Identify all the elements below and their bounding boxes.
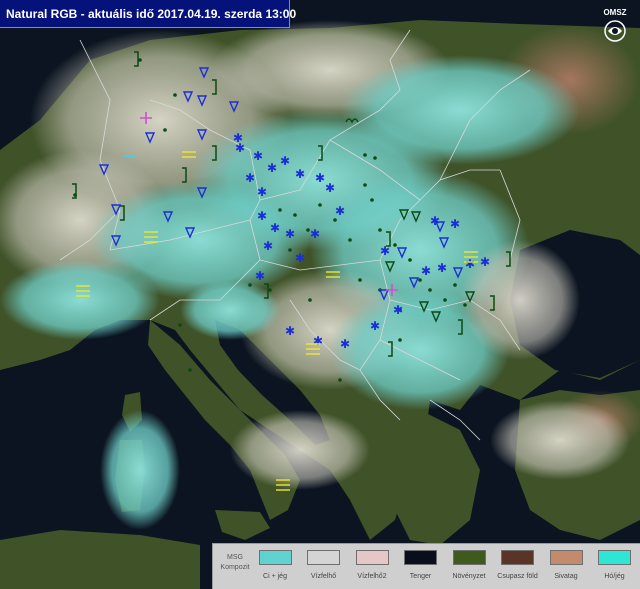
rain-dot [163, 128, 167, 132]
legend-item: Sivatag [541, 550, 591, 580]
legend-swatch [258, 550, 292, 565]
rain-dot [338, 378, 342, 382]
snow-asterisk: ✱ [370, 319, 380, 333]
snow-asterisk: ✱ [450, 217, 460, 231]
rain-dot [463, 303, 467, 307]
rain-dot [370, 198, 374, 202]
legend-item: Csupasz föld [493, 550, 543, 580]
legend-swatch [307, 550, 340, 565]
rain-dot [443, 298, 447, 302]
rain-dot [278, 208, 282, 212]
rain-dot [173, 93, 177, 97]
rain-dot [408, 258, 412, 262]
legend-swatch [549, 550, 583, 565]
satellite-map: ✱ ✱ ✱ ✱ ✱ ✱ ✱ ✱ ✱ ✱ ✱ ✱ ✱ ✱ ✱ ✱ ✱ ✱ ✱ ✱ … [0, 0, 640, 589]
snow-asterisk: ✱ [430, 214, 440, 228]
legend-swatch [404, 550, 437, 565]
rain-dot [308, 298, 312, 302]
rain-dot [358, 278, 362, 282]
snow-asterisk: ✱ [480, 255, 490, 269]
snow-asterisk: ✱ [393, 303, 403, 317]
snow-asterisk: ✱ [255, 269, 265, 283]
legend-label: Vízfelhő2 [357, 573, 387, 580]
snow-asterisk: ✱ [263, 239, 273, 253]
legend-swatch [355, 550, 389, 565]
legend-heading-line1: MSG [227, 554, 243, 561]
snow-asterisk: ✱ [325, 181, 335, 195]
rain-dot [248, 283, 252, 287]
legend-swatch [501, 550, 534, 565]
omsz-logo: OMSZ [598, 8, 632, 46]
snow-asterisk: ✱ [295, 251, 305, 265]
rain-dot [373, 156, 377, 160]
rain-dot [318, 203, 322, 207]
legend-swatch [452, 550, 486, 565]
legend-heading: MSG Kompozit [215, 553, 255, 573]
legend-item: Növényzet [444, 550, 494, 580]
rain-dot [453, 283, 457, 287]
legend-swatch [598, 550, 631, 565]
rain-dot [398, 338, 402, 342]
rain-dot [393, 243, 397, 247]
legend-label: Ci + jég [263, 573, 287, 580]
legend-label: Növényzet [452, 573, 486, 580]
legend-label: Tenger [409, 573, 432, 580]
rain-dot [363, 153, 367, 157]
legend-item: Hó/jég [590, 550, 640, 580]
rain-dot [378, 228, 382, 232]
snow-asterisk: ✱ [285, 227, 295, 241]
snow-asterisk: ✱ [335, 204, 345, 218]
legend-label: Vízfelhő [310, 573, 337, 580]
rain-dot [428, 288, 432, 292]
snow-asterisk: ✱ [257, 209, 267, 223]
rain-dot [348, 238, 352, 242]
rain-dot [178, 323, 182, 327]
snow-asterisk: ✱ [465, 257, 475, 271]
snow-asterisk: ✱ [257, 185, 267, 199]
rain-dot [363, 183, 367, 187]
snow-asterisk: ✱ [310, 227, 320, 241]
legend-item: Vízfelhő [299, 550, 349, 580]
rain-dot [288, 248, 292, 252]
rain-dot [293, 213, 297, 217]
legend-label: Hó/jég [604, 573, 625, 580]
legend-panel: MSG Kompozit Ci + jég Vízfelhő Vízfelhő2 Te… [212, 543, 640, 589]
snow-asterisk: ✱ [421, 264, 431, 278]
snow-asterisk: ✱ [340, 337, 350, 351]
snow-asterisk: ✱ [313, 334, 323, 348]
snow-asterisk: ✱ [270, 221, 280, 235]
legend-item: Tenger [396, 550, 446, 580]
snow-asterisk: ✱ [245, 171, 255, 185]
snow-asterisk: ✱ [253, 149, 263, 163]
legend-label: Csupasz föld [497, 573, 538, 580]
snow-asterisk: ✱ [267, 161, 277, 175]
snow-asterisk: ✱ [285, 324, 295, 338]
rain-dot [188, 368, 192, 372]
snow-asterisk: ✱ [295, 167, 305, 181]
rain-dot [333, 218, 337, 222]
omsz-emblem-icon [604, 20, 626, 42]
legend-label: Sivatag [554, 573, 578, 580]
legend-item: Ci + jég [250, 550, 300, 580]
snow-asterisk: ✱ [437, 261, 447, 275]
rain-dot [418, 278, 422, 282]
legend-item: Vízfelhő2 [347, 550, 397, 580]
legend-heading-line2: Kompozit [220, 564, 250, 571]
snow-asterisk: ✱ [315, 171, 325, 185]
snow-asterisk: ✱ [280, 154, 290, 168]
snow-asterisk: ✱ [233, 131, 243, 145]
title-bar: Natural RGB - aktuális idő 2017.04.19. s… [0, 0, 296, 28]
map-title: Natural RGB - aktuális idő 2017.04.19. s… [6, 6, 297, 21]
